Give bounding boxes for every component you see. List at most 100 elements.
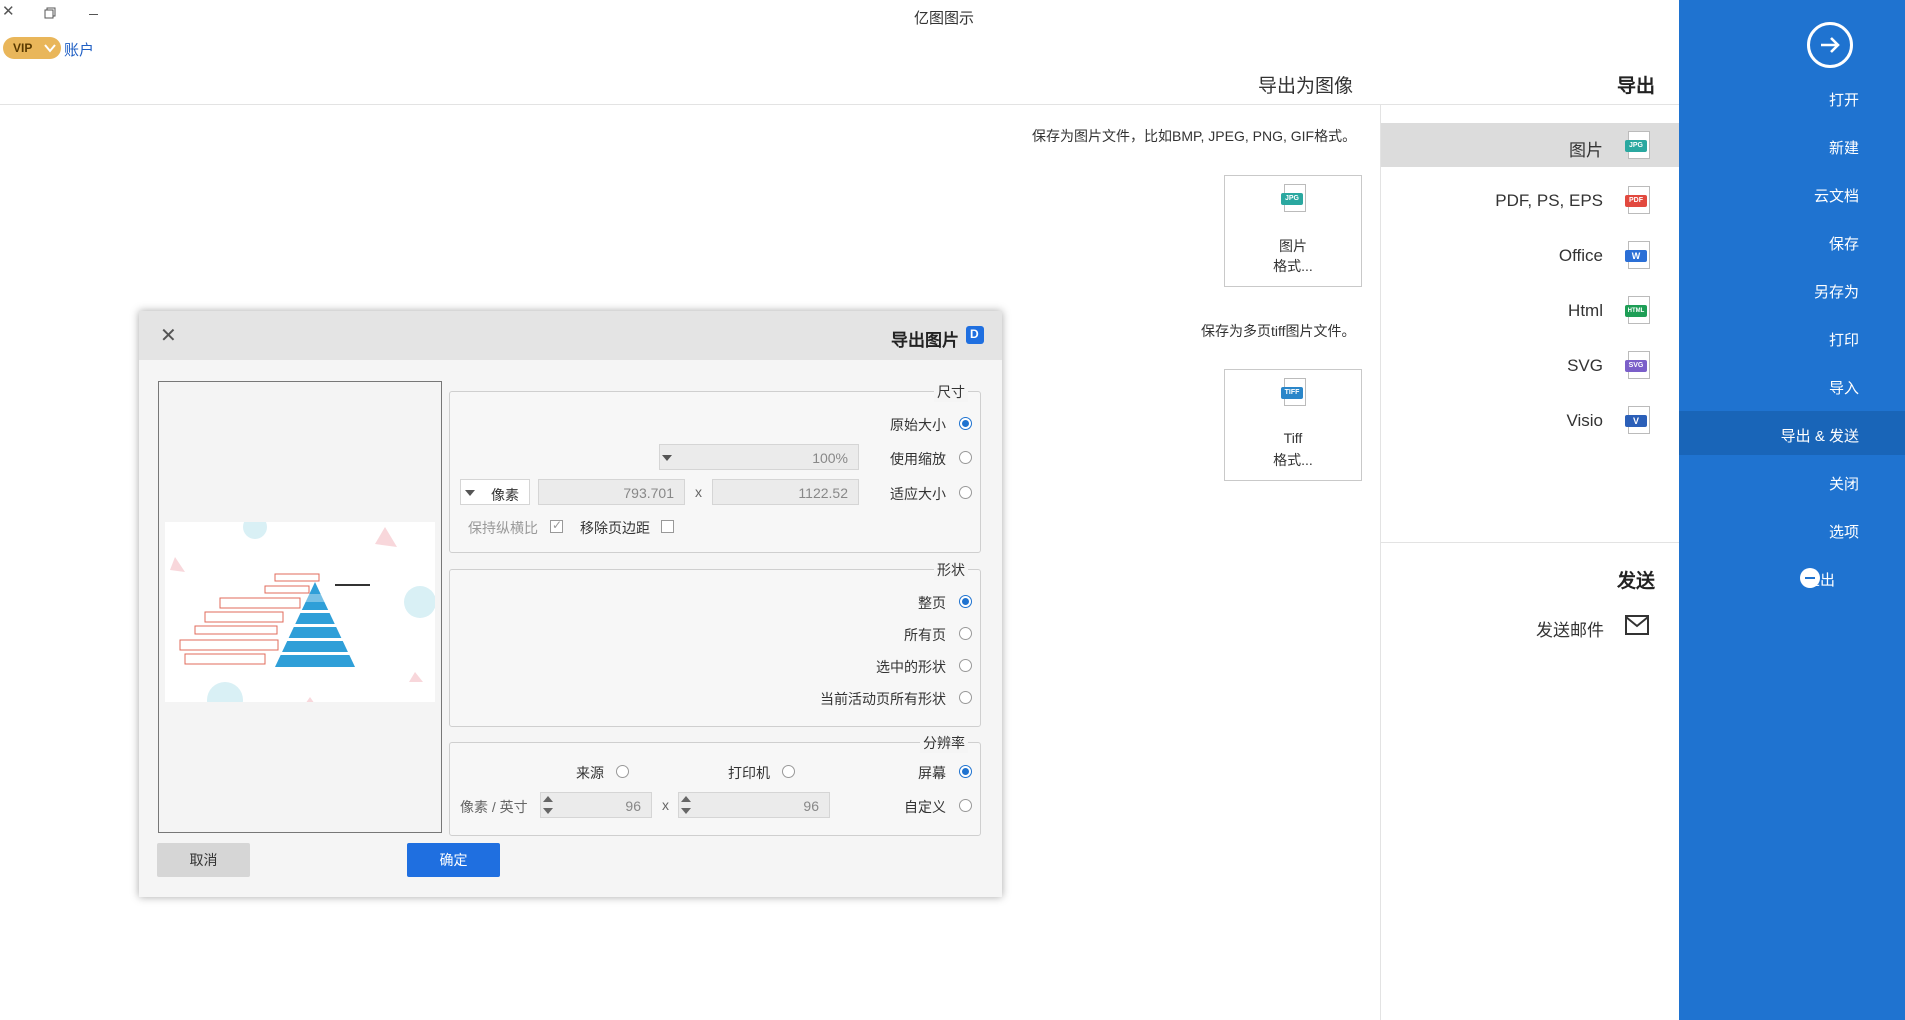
send-divider	[1381, 542, 1679, 543]
send-heading: 发送	[1617, 571, 1656, 592]
sidebar-item-exit[interactable]: 退出	[1679, 555, 1905, 601]
sidebar-item-save[interactable]: 保存	[1679, 219, 1905, 265]
ok-button[interactable]: 确定	[407, 843, 500, 877]
shape-option-label: 选中的形状	[876, 659, 946, 675]
card-sublabel: 格式...	[1273, 258, 1313, 274]
original-size-label: 原始大小	[890, 417, 946, 433]
remove-margin-label: 移除页边距	[580, 520, 650, 536]
keep-ratio-checkbox[interactable]	[550, 518, 563, 533]
svg-file-icon: SVG	[1625, 351, 1651, 381]
group-title: 形状	[934, 560, 968, 580]
sidebar-item-open[interactable]: 打开	[1679, 75, 1905, 121]
width-value: 1122.52	[798, 485, 848, 501]
scale-select[interactable]: 100%	[659, 444, 859, 470]
jpg-file-icon: JPG	[1281, 184, 1307, 214]
html-file-icon: HTML	[1625, 296, 1651, 326]
email-icon[interactable]	[1623, 613, 1651, 637]
shape-group: 形状 整页 所有页 选中的形状 当前活动页所有形状	[449, 560, 981, 727]
shape-option-radio[interactable]	[959, 659, 972, 672]
sidebar-item-print[interactable]: 打印	[1679, 315, 1905, 361]
jpg-file-icon: JPG	[1625, 131, 1651, 161]
send-email-link[interactable]: 发送邮件	[1536, 616, 1604, 641]
unit-select[interactable]: 像素	[460, 479, 530, 505]
dpi-unit-label: 像素 / 英寸	[460, 799, 528, 815]
fit-size-radio[interactable]	[959, 486, 972, 499]
card-sublabel: 格式...	[1273, 452, 1313, 468]
use-scale-radio[interactable]	[959, 451, 972, 464]
custom-radio[interactable]	[959, 799, 972, 812]
height-input[interactable]: 793.701	[538, 479, 685, 505]
vip-badge[interactable]: VIP	[3, 37, 61, 59]
word-file-icon: W	[1625, 241, 1651, 271]
sidebar-item-label: 另存为	[1813, 284, 1859, 301]
format-label: Html	[1568, 301, 1603, 320]
format-label: SVG	[1567, 356, 1603, 375]
sidebar-item-close[interactable]: 关闭	[1679, 459, 1905, 505]
keep-ratio-label: 保持纵横比	[468, 520, 538, 536]
format-item-svg[interactable]: SVG SVG	[1381, 343, 1679, 387]
sidebar-item-label: 云文档	[1813, 188, 1859, 205]
window-title: 亿图图示	[914, 10, 975, 27]
export-heading: 导出	[1617, 76, 1656, 97]
back-arrow-icon[interactable]	[1807, 22, 1853, 68]
close-window-icon[interactable]: ✕	[2, 2, 15, 20]
minimize-window-icon[interactable]	[89, 14, 98, 15]
sidebar-item-label: 关闭	[1828, 476, 1859, 493]
shape-option-label: 当前活动页所有形状	[820, 691, 946, 707]
close-icon[interactable]: ✕	[160, 323, 177, 348]
format-label: 图片	[1569, 141, 1603, 160]
sidebar-item-import[interactable]: 导入	[1679, 363, 1905, 409]
screen-label: 屏幕	[918, 765, 946, 781]
printer-label: 打印机	[728, 765, 770, 781]
printer-radio[interactable]	[782, 765, 795, 778]
shape-option-radio[interactable]	[959, 627, 972, 640]
image-format-card[interactable]: JPG 图片 格式...	[1224, 175, 1362, 287]
sidebar-item-cloud[interactable]: 云文档	[1679, 171, 1905, 217]
fit-size-label: 适应大小	[890, 486, 946, 502]
format-item-office[interactable]: W Office	[1381, 233, 1679, 277]
sidebar-item-label: 打印	[1828, 332, 1859, 349]
sidebar-item-save-as[interactable]: 另存为	[1679, 267, 1905, 313]
sidebar-item-export-send[interactable]: 导出 & 发送	[1679, 411, 1905, 455]
sidebar-item-label: 打开	[1828, 92, 1859, 109]
remove-margin-checkbox[interactable]	[661, 520, 674, 533]
sidebar-item-label: 保存	[1828, 236, 1859, 253]
vip-label: VIP	[13, 41, 33, 55]
format-item-visio[interactable]: V Visio	[1381, 398, 1679, 442]
format-item-pdf[interactable]: PDF PDF, PS, EPS	[1381, 178, 1679, 222]
export-image-dialog: ✕ 导出图片 D 尺寸 原始大小 使用缩放 100% 适应大小 1122.52 …	[139, 311, 1002, 897]
tiff-description: 保存为多页tiff图片文件。	[1201, 323, 1356, 339]
unit-value: 像素	[491, 487, 519, 503]
width-input[interactable]: 1122.52	[712, 479, 859, 505]
sidebar-item-new[interactable]: 新建	[1679, 123, 1905, 169]
times-label: x	[662, 797, 669, 813]
screen-radio[interactable]	[959, 765, 972, 778]
dialog-header: ✕ 导出图片	[139, 311, 1002, 360]
format-item-html[interactable]: HTML Html	[1381, 288, 1679, 332]
shape-option-radio[interactable]	[959, 691, 972, 704]
custom-label: 自定义	[904, 799, 946, 815]
sidebar-item-label: 导入	[1828, 380, 1859, 397]
source-radio[interactable]	[616, 765, 629, 778]
cancel-button[interactable]: 取消	[157, 843, 250, 877]
sidebar-item-options[interactable]: 选项	[1679, 507, 1905, 553]
pdf-file-icon: PDF	[1625, 186, 1651, 216]
account-link[interactable]: 账户	[64, 39, 94, 60]
restore-window-icon[interactable]	[44, 6, 56, 19]
preview-thumbnail	[165, 515, 436, 718]
dpi-y-input[interactable]: 96	[540, 792, 652, 818]
sidebar-item-label: 新建	[1828, 140, 1859, 157]
shape-option-radio[interactable]	[959, 595, 972, 608]
original-size-radio[interactable]	[959, 417, 972, 430]
sidebar-item-label: 导出 & 发送	[1780, 428, 1859, 445]
source-label: 来源	[576, 765, 604, 781]
times-label: x	[695, 484, 702, 500]
group-title: 分辨率	[920, 733, 968, 753]
format-label: Visio	[1566, 411, 1603, 430]
sidebar-item-label: 选项	[1828, 524, 1859, 541]
format-item-image[interactable]: JPG 图片	[1381, 123, 1679, 167]
header-divider	[0, 104, 1679, 105]
tiff-format-card[interactable]: TIFF Tiff 格式...	[1224, 369, 1362, 481]
height-value: 793.701	[623, 485, 674, 501]
dpi-x-input[interactable]: 96	[678, 792, 830, 818]
